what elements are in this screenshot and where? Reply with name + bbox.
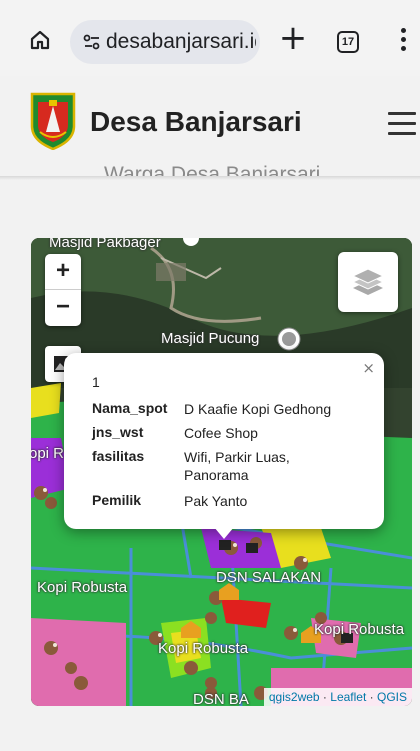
- url-text[interactable]: desabanjarsari.id: [106, 30, 256, 54]
- village-logo: [30, 92, 76, 150]
- map-label: DSN BA: [193, 691, 249, 706]
- popup-key: Pemilik: [92, 492, 142, 508]
- popup-row: Nama_spot D Kaafie Kopi Gedhong: [92, 400, 334, 418]
- popup-row: jns_wst Cofee Shop: [92, 424, 334, 442]
- popup-tip: [214, 527, 234, 539]
- map-label: Kopi Robusta: [37, 579, 128, 596]
- tune-icon[interactable]: [82, 32, 102, 52]
- home-icon[interactable]: [24, 24, 56, 56]
- map-label: Masjid Pakbager: [49, 238, 161, 251]
- popup-value: Pak Yanto: [184, 493, 248, 509]
- popup-key: jns_wst: [92, 424, 144, 440]
- more-vert-icon[interactable]: [398, 28, 408, 58]
- zoom-in-button[interactable]: +: [45, 254, 81, 290]
- map-label: DSN SALAKAN: [216, 569, 322, 586]
- popup-value: D Kaafie Kopi Gedhong: [184, 401, 332, 417]
- site-title[interactable]: Desa Banjarsari: [90, 106, 302, 138]
- map-label: opi R: [31, 445, 65, 462]
- popup-key: Nama_spot: [92, 400, 168, 416]
- new-tab-button[interactable]: +: [276, 21, 310, 56]
- qgis2web-link[interactable]: qgis2web: [269, 690, 320, 704]
- popup-feature-id: 1: [92, 374, 100, 390]
- header-shadow: [0, 176, 420, 180]
- map-label: Masjid Pucung: [161, 330, 260, 347]
- popup-row: Pemilik Pak Yanto: [92, 492, 334, 510]
- layers-icon[interactable]: [338, 252, 398, 312]
- tab-switcher-button[interactable]: 17: [337, 31, 359, 53]
- popup-value: Wifi, Parkir Luas, Panorama: [184, 449, 290, 483]
- attribution-separator: ·: [322, 690, 327, 704]
- address-bar[interactable]: desabanjarsari.id: [70, 20, 260, 64]
- map-attribution: qgis2web · Leaflet · QGIS: [263, 688, 412, 706]
- popup-row: fasilitas Wifi, Parkir Luas, Panorama: [92, 448, 334, 484]
- feature-popup: × 1 Nama_spot D Kaafie Kopi Gedhong jns_…: [64, 353, 384, 529]
- map-label: Kopi Robusta: [314, 621, 405, 638]
- zoom-out-button[interactable]: −: [45, 290, 81, 326]
- browser-toolbar: desabanjarsari.id + 17: [0, 0, 420, 76]
- leaflet-link[interactable]: Leaflet: [330, 690, 366, 704]
- close-icon[interactable]: ×: [362, 359, 375, 377]
- popup-value: Cofee Shop: [184, 425, 258, 441]
- popup-key: fasilitas: [92, 448, 145, 464]
- section-subtitle: Warga Desa Banjarsari: [104, 163, 321, 176]
- map-label: Kopi Robusta: [158, 640, 249, 657]
- hamburger-icon[interactable]: [388, 112, 416, 136]
- qgis-link[interactable]: QGIS: [377, 690, 407, 704]
- zoom-control: + −: [45, 254, 81, 326]
- attribution-separator: ·: [369, 690, 374, 704]
